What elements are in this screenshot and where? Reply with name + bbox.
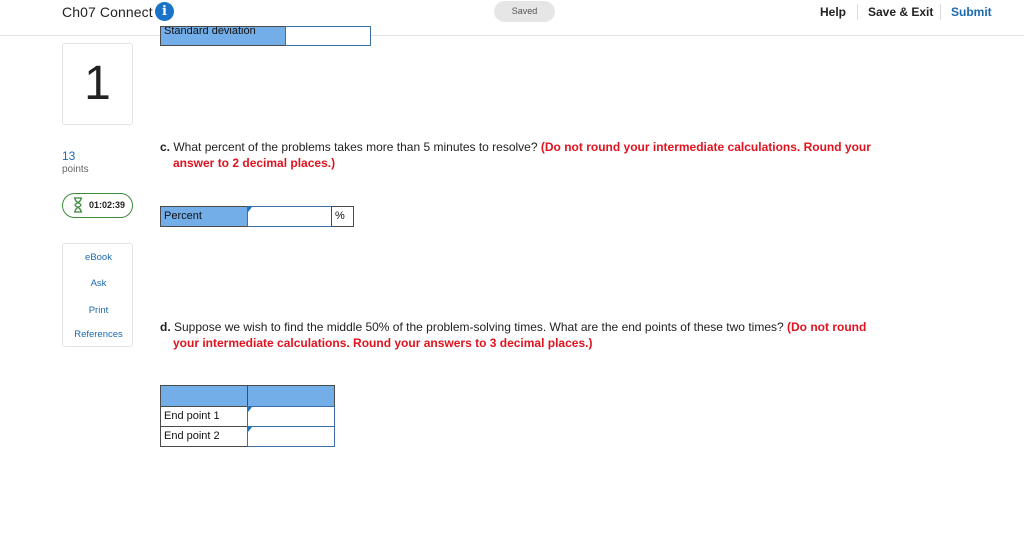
timer-value: 01:02:39 xyxy=(89,200,126,210)
question-d: d. Suppose we wish to find the middle 50… xyxy=(160,319,980,351)
references-link[interactable]: References xyxy=(63,329,134,340)
submit-button[interactable]: Submit xyxy=(951,5,992,19)
tools-panel: eBook Ask Print References xyxy=(62,243,133,347)
timer: 01:02:39 xyxy=(62,193,133,218)
question-d-text: Suppose we wish to find the middle 50% o… xyxy=(170,320,787,334)
question-d-warning: (Do not round xyxy=(787,320,867,334)
saved-status-badge: Saved xyxy=(494,1,555,22)
question-d-lead: d. xyxy=(160,320,171,334)
question-number: 1 xyxy=(62,43,133,125)
print-link[interactable]: Print xyxy=(63,305,134,316)
standard-deviation-input[interactable] xyxy=(285,26,371,46)
points-value: 13 xyxy=(62,149,76,163)
question-c: c. What percent of the problems takes mo… xyxy=(160,139,980,171)
top-header: Ch07 Connect i Saved Help Save & Exit Su… xyxy=(0,0,1024,36)
endpoint-table-header xyxy=(160,385,248,407)
percent-input[interactable] xyxy=(247,206,332,227)
ask-link[interactable]: Ask xyxy=(63,278,134,289)
save-exit-button[interactable]: Save & Exit xyxy=(868,5,933,19)
end-point-1-input[interactable] xyxy=(247,406,335,427)
percent-label: Percent xyxy=(160,206,248,227)
app-title: Ch07 Connect xyxy=(62,4,153,20)
help-button[interactable]: Help xyxy=(820,5,846,19)
question-c-warning-cont: answer to 2 decimal places.) xyxy=(173,156,336,170)
endpoint-table-header xyxy=(247,385,335,407)
question-d-warning-cont: your intermediate calculations. Round yo… xyxy=(173,336,593,350)
ebook-link[interactable]: eBook xyxy=(63,252,134,263)
question-c-warning: (Do not round your intermediate calculat… xyxy=(540,140,871,154)
percent-unit: % xyxy=(331,206,354,227)
points-label: points xyxy=(62,164,89,175)
question-c-text: What percent of the problems takes more … xyxy=(170,140,541,154)
end-point-1-label: End point 1 xyxy=(160,406,248,427)
header-divider xyxy=(857,4,858,20)
end-point-2-input[interactable] xyxy=(247,426,335,447)
header-divider xyxy=(940,4,941,20)
standard-deviation-label: Standard deviation xyxy=(160,26,286,46)
question-c-lead: c. xyxy=(160,140,171,154)
hourglass-icon xyxy=(74,197,82,213)
info-icon[interactable]: i xyxy=(155,2,174,21)
end-point-2-label: End point 2 xyxy=(160,426,248,447)
